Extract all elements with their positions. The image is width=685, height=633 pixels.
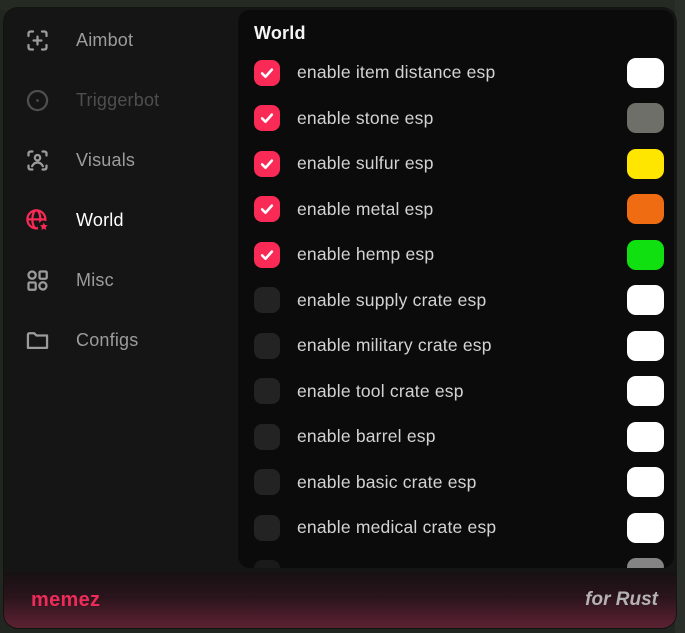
sidebar-item-triggerbot[interactable]: Triggerbot bbox=[4, 70, 238, 130]
setting-row: enable sulfur esp bbox=[254, 141, 664, 187]
sidebar-item-label: Misc bbox=[76, 270, 114, 291]
setting-row: enable metal esp bbox=[254, 187, 664, 233]
crosshair-icon bbox=[24, 27, 51, 54]
checkbox[interactable] bbox=[254, 151, 280, 177]
tagline-label: for Rust bbox=[585, 589, 658, 611]
setting-row: enable barrel esp bbox=[254, 414, 664, 460]
setting-row: enable tool crate esp bbox=[254, 369, 664, 415]
color-swatch[interactable] bbox=[627, 285, 664, 315]
color-swatch[interactable] bbox=[627, 467, 664, 497]
sidebar-item-visuals[interactable]: Visuals bbox=[4, 130, 238, 190]
setting-label: enable hemp esp bbox=[297, 244, 434, 265]
color-swatch[interactable] bbox=[627, 376, 664, 406]
cheat-menu-window: Aimbot Triggerbot Visuals World Misc Con… bbox=[4, 8, 676, 628]
game-backdrop-right bbox=[675, 0, 685, 633]
sidebar: Aimbot Triggerbot Visuals World Misc Con… bbox=[4, 8, 238, 572]
checkbox[interactable] bbox=[254, 196, 280, 222]
world-panel: World enable item distance esp enable sto… bbox=[238, 10, 674, 568]
color-swatch[interactable] bbox=[627, 194, 664, 224]
color-swatch[interactable] bbox=[627, 422, 664, 452]
sidebar-item-label: Aimbot bbox=[76, 30, 133, 51]
person-scan-icon bbox=[24, 147, 51, 174]
checkbox[interactable] bbox=[254, 60, 280, 86]
checkbox[interactable] bbox=[254, 242, 280, 268]
sidebar-item-configs[interactable]: Configs bbox=[4, 310, 238, 370]
brand-label: memez bbox=[31, 589, 100, 612]
setting-label: enable tool crate esp bbox=[297, 381, 464, 402]
sidebar-item-aimbot[interactable]: Aimbot bbox=[4, 10, 238, 70]
setting-label: enable basic crate esp bbox=[297, 472, 477, 493]
setting-label: enable stone esp bbox=[297, 108, 434, 129]
setting-label: enable supply crate esp bbox=[297, 290, 486, 311]
setting-row: enable military crate esp bbox=[254, 323, 664, 369]
setting-label: enable sulfur esp bbox=[297, 153, 434, 174]
grid-shapes-icon bbox=[24, 267, 51, 294]
settings-list: enable item distance esp enable stone esp… bbox=[254, 50, 664, 568]
setting-row bbox=[254, 551, 664, 569]
sidebar-item-label: Configs bbox=[76, 330, 138, 351]
checkbox[interactable] bbox=[254, 333, 280, 359]
sidebar-item-label: Visuals bbox=[76, 150, 135, 171]
color-swatch[interactable] bbox=[627, 149, 664, 179]
window-content: Aimbot Triggerbot Visuals World Misc Con… bbox=[4, 8, 676, 572]
setting-row: enable medical crate esp bbox=[254, 505, 664, 551]
checkbox[interactable] bbox=[254, 378, 280, 404]
sidebar-item-misc[interactable]: Misc bbox=[4, 250, 238, 310]
sidebar-item-label: Triggerbot bbox=[76, 90, 159, 111]
sidebar-item-label: World bbox=[76, 210, 124, 231]
setting-label: enable military crate esp bbox=[297, 335, 492, 356]
setting-label: enable barrel esp bbox=[297, 426, 436, 447]
checkbox[interactable] bbox=[254, 469, 280, 495]
color-swatch[interactable] bbox=[627, 103, 664, 133]
checkbox[interactable] bbox=[254, 560, 280, 568]
screen: Aimbot Triggerbot Visuals World Misc Con… bbox=[0, 0, 685, 633]
color-swatch[interactable] bbox=[627, 558, 664, 568]
setting-label: enable item distance esp bbox=[297, 62, 495, 83]
setting-label: enable metal esp bbox=[297, 199, 433, 220]
setting-row: enable stone esp bbox=[254, 96, 664, 142]
setting-row: enable basic crate esp bbox=[254, 460, 664, 506]
panel-title: World bbox=[254, 20, 664, 46]
checkbox[interactable] bbox=[254, 515, 280, 541]
color-swatch[interactable] bbox=[627, 513, 664, 543]
footer-bar: memez for Rust bbox=[4, 572, 676, 628]
setting-row: enable item distance esp bbox=[254, 50, 664, 96]
folder-icon bbox=[24, 327, 51, 354]
checkbox[interactable] bbox=[254, 105, 280, 131]
color-swatch[interactable] bbox=[627, 240, 664, 270]
checkbox[interactable] bbox=[254, 424, 280, 450]
setting-row: enable hemp esp bbox=[254, 232, 664, 278]
globe-star-icon bbox=[24, 207, 51, 234]
color-swatch[interactable] bbox=[627, 58, 664, 88]
setting-row: enable supply crate esp bbox=[254, 278, 664, 324]
color-swatch[interactable] bbox=[627, 331, 664, 361]
setting-label: enable medical crate esp bbox=[297, 517, 496, 538]
triggerbot-icon bbox=[24, 87, 51, 114]
checkbox[interactable] bbox=[254, 287, 280, 313]
sidebar-item-world[interactable]: World bbox=[4, 190, 238, 250]
